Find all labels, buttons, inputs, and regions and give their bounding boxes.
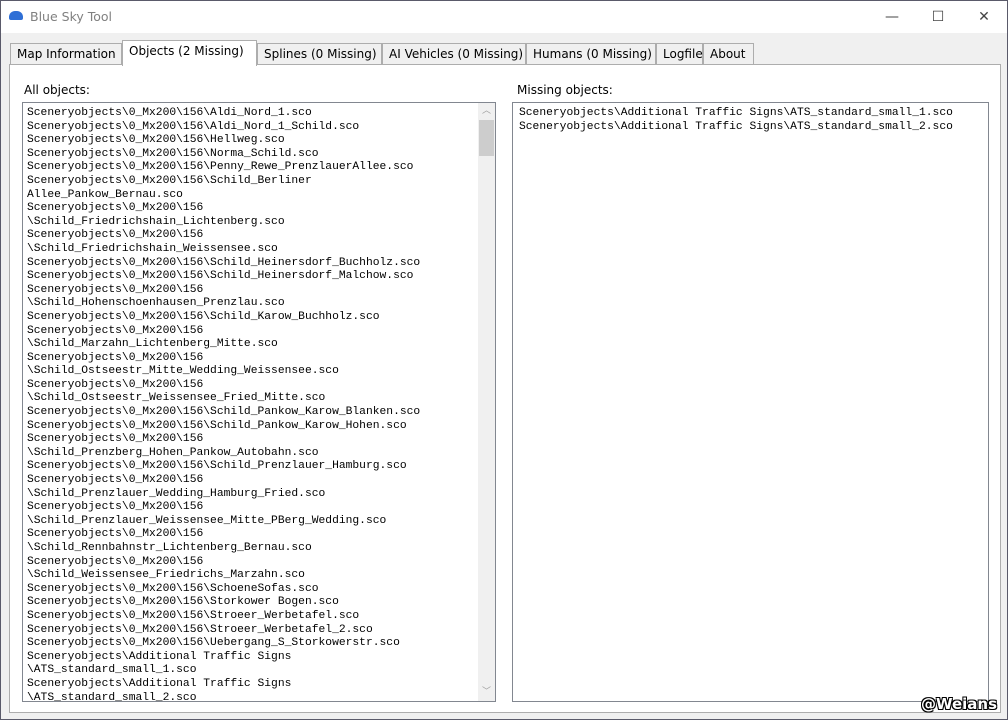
list-item[interactable]: Sceneryobjects\0_Mx200\156	[27, 474, 495, 488]
missing-objects-list[interactable]: Sceneryobjects\Additional Traffic Signs\…	[512, 102, 989, 702]
tab-logfile[interactable]: Logfile	[656, 43, 703, 65]
list-item[interactable]: Sceneryobjects\0_Mx200\156\Stroeer_Werbe…	[27, 624, 495, 638]
list-item[interactable]: Sceneryobjects\0_Mx200\156\SchoeneSofas.…	[27, 583, 495, 597]
title-bar: Blue Sky Tool — ☐ ✕	[1, 1, 1007, 33]
list-item[interactable]: Sceneryobjects\0_Mx200\156	[27, 202, 495, 216]
scrollbar-thumb[interactable]	[479, 120, 494, 156]
list-item[interactable]: \Schild_Rennbahnstr_Lichtenberg_Bernau.s…	[27, 542, 495, 556]
missing-objects-label: Missing objects:	[517, 83, 613, 97]
list-item[interactable]: Sceneryobjects\0_Mx200\156\Schild_Pankow…	[27, 420, 495, 434]
list-item[interactable]: Sceneryobjects\0_Mx200\156	[27, 229, 495, 243]
list-item[interactable]: \Schild_Prenzberg_Hohen_Pankow_Autobahn.…	[27, 447, 495, 461]
tab-splines[interactable]: Splines (0 Missing)	[257, 43, 382, 65]
list-item[interactable]: Sceneryobjects\0_Mx200\156\Schild_Heiner…	[27, 270, 495, 284]
list-item[interactable]: Sceneryobjects\0_Mx200\156\Norma_Schild.…	[27, 148, 495, 162]
tab-map-information[interactable]: Map Information	[10, 43, 122, 65]
list-item[interactable]: Sceneryobjects\0_Mx200\156\Schild_Karow_…	[27, 311, 495, 325]
tab-humans[interactable]: Humans (0 Missing)	[526, 43, 656, 65]
list-item[interactable]: Sceneryobjects\0_Mx200\156\Schild_Pankow…	[27, 406, 495, 420]
list-item[interactable]: Sceneryobjects\Additional Traffic Signs\…	[519, 107, 988, 121]
list-item[interactable]: Sceneryobjects\0_Mx200\156\Storkower Bog…	[27, 596, 495, 610]
list-item[interactable]: Sceneryobjects\0_Mx200\156\Uebergang_S_S…	[27, 637, 495, 651]
list-item[interactable]: Allee_Pankow_Bernau.sco	[27, 189, 495, 203]
scroll-down-icon[interactable]: ﹀	[478, 684, 495, 701]
list-item[interactable]: \Schild_Hohenschoenhausen_Prenzlau.sco	[27, 297, 495, 311]
list-item[interactable]: Sceneryobjects\0_Mx200\156\Stroeer_Werbe…	[27, 610, 495, 624]
scroll-up-icon[interactable]: ︿	[478, 103, 495, 120]
list-item[interactable]: Sceneryobjects\0_Mx200\156	[27, 556, 495, 570]
tab-objects[interactable]: Objects (2 Missing)	[122, 40, 257, 66]
all-objects-list[interactable]: Sceneryobjects\0_Mx200\156\Aldi_Nord_1.s…	[22, 102, 496, 702]
list-item[interactable]: Sceneryobjects\0_Mx200\156\Penny_Rewe_Pr…	[27, 161, 495, 175]
minimize-button[interactable]: —	[869, 1, 915, 33]
list-item[interactable]: Sceneryobjects\0_Mx200\156	[27, 528, 495, 542]
close-button[interactable]: ✕	[961, 1, 1007, 33]
maximize-button[interactable]: ☐	[915, 1, 961, 33]
tab-about[interactable]: About	[703, 43, 754, 65]
list-item[interactable]: Sceneryobjects\Additional Traffic Signs\…	[519, 121, 988, 135]
tab-ai-vehicles[interactable]: AI Vehicles (0 Missing)	[382, 43, 526, 65]
list-item[interactable]: \Schild_Ostseestr_Mitte_Wedding_Weissens…	[27, 365, 495, 379]
list-item[interactable]: Sceneryobjects\0_Mx200\156\Schild_Prenzl…	[27, 460, 495, 474]
list-item[interactable]: \Schild_Marzahn_Lichtenberg_Mitte.sco	[27, 338, 495, 352]
list-item[interactable]: Sceneryobjects\0_Mx200\156	[27, 325, 495, 339]
list-item[interactable]: \Schild_Weissensee_Friedrichs_Marzahn.sc…	[27, 569, 495, 583]
list-item[interactable]: Sceneryobjects\0_Mx200\156	[27, 501, 495, 515]
list-item[interactable]: \Schild_Prenzlauer_Wedding_Hamburg_Fried…	[27, 488, 495, 502]
list-item[interactable]: Sceneryobjects\0_Mx200\156\Hellweg.sco	[27, 134, 495, 148]
list-item[interactable]: \Schild_Ostseestr_Weissensee_Fried_Mitte…	[27, 392, 495, 406]
list-item[interactable]: Sceneryobjects\0_Mx200\156	[27, 433, 495, 447]
list-item[interactable]: Sceneryobjects\Additional Traffic Signs	[27, 651, 495, 665]
list-item[interactable]: \Schild_Prenzlauer_Weissensee_Mitte_PBer…	[27, 515, 495, 529]
list-item[interactable]: Sceneryobjects\0_Mx200\156	[27, 379, 495, 393]
list-item[interactable]: Sceneryobjects\0_Mx200\156\Aldi_Nord_1_S…	[27, 121, 495, 135]
list-item[interactable]: Sceneryobjects\Additional Traffic Signs	[27, 678, 495, 692]
list-item[interactable]: Sceneryobjects\0_Mx200\156	[27, 352, 495, 366]
cloud-app-icon	[9, 11, 23, 20]
scrollbar[interactable]: ︿ ﹀	[478, 103, 495, 701]
list-item[interactable]: \Schild_Friedrichshain_Weissensee.sco	[27, 243, 495, 257]
list-item[interactable]: Sceneryobjects\0_Mx200\156	[27, 284, 495, 298]
watermark: @Weians	[920, 695, 997, 713]
list-item[interactable]: Sceneryobjects\0_Mx200\156\Schild_Heiner…	[27, 257, 495, 271]
list-item[interactable]: Sceneryobjects\0_Mx200\156\Schild_Berlin…	[27, 175, 495, 189]
list-item[interactable]: Sceneryobjects\0_Mx200\156\Aldi_Nord_1.s…	[27, 107, 495, 121]
list-item[interactable]: \Schild_Friedrichshain_Lichtenberg.sco	[27, 216, 495, 230]
all-objects-label: All objects:	[24, 83, 90, 97]
objects-panel: All objects: Missing objects: Sceneryobj…	[9, 64, 1001, 713]
list-item[interactable]: \ATS_standard_small_2.sco	[27, 692, 495, 701]
list-item[interactable]: \ATS_standard_small_1.sco	[27, 664, 495, 678]
window-title: Blue Sky Tool	[30, 9, 113, 24]
